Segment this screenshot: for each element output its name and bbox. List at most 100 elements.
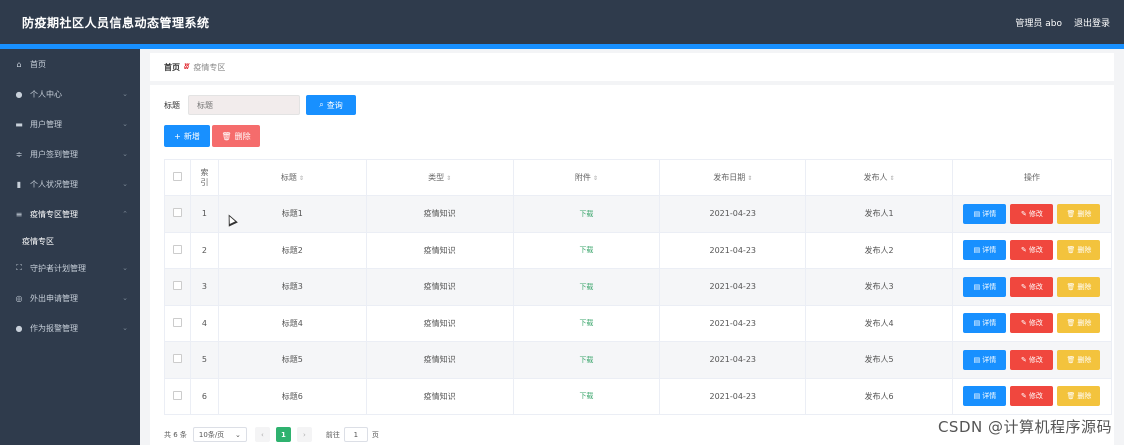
- cell-publisher: 发布人4: [805, 304, 953, 342]
- row-actions: ▤ 详情 ✎ 修改 🗑 删除: [953, 240, 1111, 261]
- delete-label: 删除: [1077, 209, 1092, 218]
- cell-type: 疫情知识: [365, 231, 514, 269]
- goto-suffix: 页: [371, 430, 379, 439]
- edit-icon: ✎: [1021, 209, 1027, 218]
- edit-button[interactable]: ✎ 修改: [1010, 313, 1054, 334]
- detail-button[interactable]: ▤ 详情: [963, 203, 1007, 224]
- page-number-current[interactable]: 1: [275, 427, 291, 442]
- detail-icon: ▤: [973, 355, 981, 364]
- header-date-label: 发布日期: [713, 173, 746, 182]
- cell-index: 5: [189, 341, 219, 379]
- row-checkbox[interactable]: [172, 281, 182, 291]
- delete-button[interactable]: 🗑 删除: [1057, 276, 1101, 297]
- edit-button[interactable]: ✎ 修改: [1010, 386, 1054, 407]
- cell-type: 疫情知识: [365, 341, 514, 379]
- row-checkbox[interactable]: [172, 208, 182, 218]
- pagination: 共 6 条 10条/页 ⌄ ‹ 1 › 前往 1 页: [164, 427, 379, 442]
- row-checkbox[interactable]: [172, 390, 182, 400]
- edit-button[interactable]: ✎ 修改: [1010, 240, 1054, 261]
- trash-icon: 🗑: [1066, 246, 1076, 255]
- detail-icon: ▤: [973, 392, 981, 401]
- download-link[interactable]: 下载: [579, 356, 593, 364]
- header-type[interactable]: 类型 ⇕: [365, 159, 514, 196]
- breadcrumb-home[interactable]: 首页: [164, 62, 180, 73]
- detail-label: 详情: [982, 209, 997, 218]
- sidebar-item-epidemic-zone-management[interactable]: ≡ 疫情专区管理 ⌃: [0, 199, 140, 229]
- row-checkbox[interactable]: [172, 244, 182, 254]
- row-actions: ▤ 详情 ✎ 修改 🗑 删除: [953, 386, 1111, 407]
- add-button[interactable]: + 新增: [164, 125, 210, 147]
- detail-button[interactable]: ▤ 详情: [963, 386, 1007, 407]
- delete-button[interactable]: 🗑 删除: [1057, 349, 1101, 370]
- edit-button[interactable]: ✎ 修改: [1010, 203, 1054, 224]
- cell-publisher: 发布人6: [805, 377, 953, 415]
- cell-index: 2: [189, 231, 219, 269]
- bulk-delete-button[interactable]: 🗑 删除: [212, 125, 260, 147]
- download-link[interactable]: 下载: [579, 210, 593, 218]
- detail-button[interactable]: ▤ 详情: [963, 276, 1007, 297]
- delete-button[interactable]: 🗑 删除: [1057, 313, 1101, 334]
- download-link[interactable]: 下载: [579, 283, 593, 291]
- page-size-select[interactable]: 10条/页 ⌄: [192, 427, 247, 442]
- sidebar-item-epidemic-zone[interactable]: 疫情专区: [0, 229, 140, 253]
- detail-button[interactable]: ▤ 详情: [963, 349, 1007, 370]
- chevron-down-icon: ⌄: [122, 150, 128, 158]
- chevron-down-icon: ⌄: [235, 430, 241, 439]
- detail-label: 详情: [982, 355, 997, 364]
- sort-icon: ⇕: [747, 175, 753, 182]
- sidebar: ⌂ 首页 ● 个人中心 ⌄ ▬ 用户管理 ⌄ ≑ 用户签到管理 ⌄ ▮ 个人状况…: [0, 49, 140, 445]
- cell-actions: ▤ 详情 ✎ 修改 🗑 删除: [951, 195, 1113, 233]
- header-attachment[interactable]: 附件 ⇕: [512, 159, 661, 196]
- delete-button[interactable]: 🗑 删除: [1057, 203, 1101, 224]
- chevron-up-icon: ⌃: [122, 210, 128, 218]
- select-all-checkbox[interactable]: [172, 172, 182, 181]
- next-page-button[interactable]: ›: [296, 427, 312, 442]
- delete-button[interactable]: 🗑 删除: [1057, 386, 1101, 407]
- header-publisher[interactable]: 发布人 ⇕: [805, 159, 953, 196]
- sidebar-item-alarm-management[interactable]: ● 作为报警管理 ⌄: [0, 313, 140, 343]
- cell-index: 3: [189, 268, 219, 306]
- sidebar-item-outing-application[interactable]: ◎ 外出申请管理 ⌄: [0, 283, 140, 313]
- goto-page-input[interactable]: 1: [343, 427, 368, 442]
- prev-page-button[interactable]: ‹: [254, 427, 270, 442]
- sidebar-item-label: 首页: [30, 59, 46, 69]
- trash-icon: 🗑: [1066, 319, 1076, 328]
- edit-button[interactable]: ✎ 修改: [1010, 349, 1054, 370]
- plus-icon: +: [174, 131, 181, 141]
- detail-icon: ▤: [973, 319, 981, 328]
- row-checkbox[interactable]: [172, 317, 182, 327]
- delete-button[interactable]: 🗑 删除: [1057, 240, 1101, 261]
- trash-icon: 🗑: [1066, 355, 1076, 364]
- edit-icon: ✎: [1021, 282, 1027, 291]
- detail-button[interactable]: ▤ 详情: [963, 313, 1007, 334]
- search-button[interactable]: ⌕ 查询: [306, 95, 356, 115]
- sidebar-item-home[interactable]: ⌂ 首页: [0, 49, 140, 79]
- table-row: 4 标题4 疫情知识 下载 2021-04-23 发布人4 ▤ 详情 ✎ 修改 🗑 删…: [164, 304, 1113, 342]
- row-actions: ▤ 详情 ✎ 修改 🗑 删除: [953, 276, 1111, 297]
- edit-icon: ✎: [1021, 319, 1027, 328]
- row-select-cell: [164, 268, 191, 306]
- sidebar-item-checkin-management[interactable]: ≑ 用户签到管理 ⌄: [0, 139, 140, 169]
- sidebar-item-status-management[interactable]: ▮ 个人状况管理 ⌄: [0, 169, 140, 199]
- header-title[interactable]: 标题 ⇕: [217, 159, 367, 196]
- row-select-cell: [164, 304, 191, 342]
- cell-date: 2021-04-23: [659, 304, 807, 342]
- logout-button[interactable]: 退出登录: [1074, 16, 1110, 29]
- add-button-label: 新增: [183, 131, 200, 141]
- download-link[interactable]: 下载: [579, 319, 593, 327]
- cell-title: 标题5: [217, 341, 367, 379]
- edit-button[interactable]: ✎ 修改: [1010, 276, 1054, 297]
- detail-button[interactable]: ▤ 详情: [963, 240, 1007, 261]
- download-link[interactable]: 下载: [579, 392, 593, 400]
- row-checkbox[interactable]: [172, 354, 182, 364]
- trash-icon: 🗑: [1066, 209, 1076, 218]
- edit-icon: ✎: [1021, 246, 1027, 255]
- cell-title: 标题2: [217, 231, 367, 269]
- sidebar-item-user-management[interactable]: ▬ 用户管理 ⌄: [0, 109, 140, 139]
- search-input[interactable]: [188, 95, 300, 115]
- download-link[interactable]: 下载: [579, 246, 593, 254]
- sidebar-item-guardian-plan[interactable]: ⛶ 守护者计划管理 ⌄: [0, 253, 140, 283]
- chevron-down-icon: ⌄: [122, 324, 128, 332]
- header-date[interactable]: 发布日期 ⇕: [659, 159, 807, 196]
- sidebar-item-personal-center[interactable]: ● 个人中心 ⌄: [0, 79, 140, 109]
